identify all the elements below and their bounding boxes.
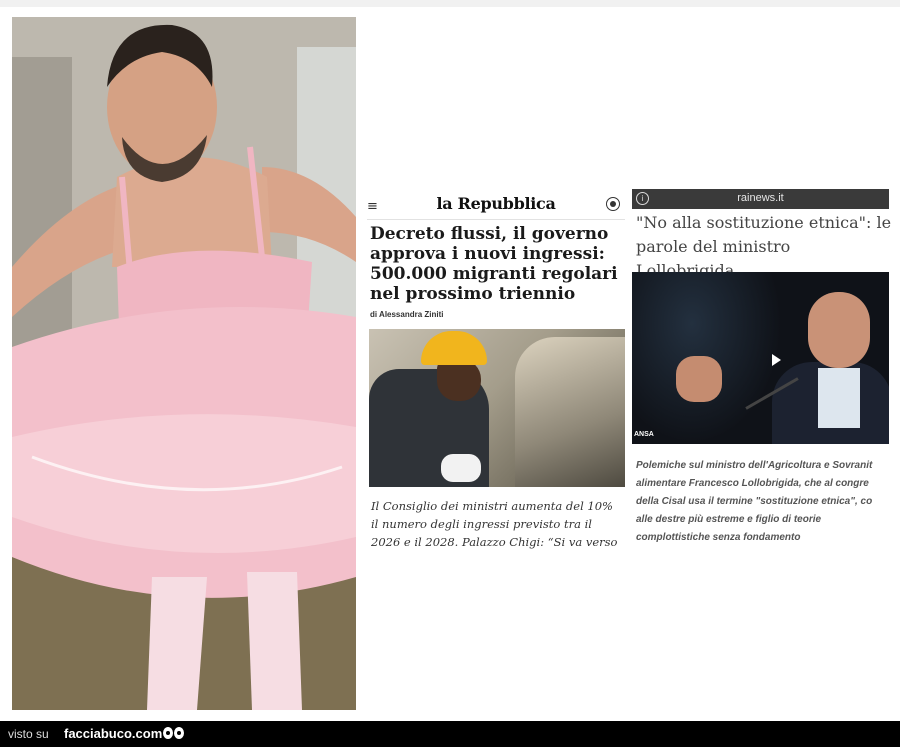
play-icon[interactable] xyxy=(772,354,781,366)
user-icon[interactable] xyxy=(606,197,620,211)
summary-line: alimentare Francesco Lollobrigida, che a… xyxy=(636,478,869,489)
minister-photo[interactable]: ANSA xyxy=(632,272,889,444)
author-byline: di Alessandra Ziniti xyxy=(370,310,444,319)
footer-brand[interactable]: facciabuco.com xyxy=(64,726,162,741)
rainews-article: i rainews.it "No alla sostituzione etnic… xyxy=(632,189,892,559)
summary-line: complottistiche senza fondamento xyxy=(636,532,801,543)
worker-photo xyxy=(369,329,625,487)
repubblica-headline: Decreto flussi, il governo approva i nuo… xyxy=(370,224,620,304)
headline-line: 500.000 migranti regolari xyxy=(370,264,618,284)
headline-line: "No alla sostituzione etnica": le xyxy=(636,213,892,232)
repubblica-article: ≡ la Repubblica Decreto flussi, il gover… xyxy=(367,186,625,556)
repubblica-logo: la Repubblica xyxy=(436,194,556,213)
summary-line: della Cisal usa il termine "sostituzione… xyxy=(636,496,873,507)
caption-line: 2026 e il 2028. Palazzo Chigi: “Si va ve… xyxy=(371,535,618,549)
headline-line: approva i nuovi ingressi: xyxy=(370,244,605,264)
caption-line: il numero degli ingressi previsto tra il xyxy=(371,517,592,531)
summary-line: alle destre più estreme e figlio di teor… xyxy=(636,514,822,525)
ballerina-illustration xyxy=(12,17,356,710)
headline-line: nel prossimo triennio xyxy=(370,284,576,304)
headline-line: Decreto flussi, il governo xyxy=(370,224,609,244)
eyes-logo-icon xyxy=(163,726,185,744)
ballerina-photo xyxy=(12,17,356,710)
header-divider xyxy=(367,219,625,220)
caption-line: Il Consiglio dei ministri aumenta del 10… xyxy=(371,499,613,513)
top-strip xyxy=(0,0,900,7)
browser-address-bar[interactable]: i rainews.it xyxy=(632,189,889,209)
rainews-summary: Polemiche sul ministro dell'Agricoltura … xyxy=(636,457,898,547)
footer-prefix: visto su xyxy=(8,727,49,741)
site-url: rainews.it xyxy=(737,192,784,204)
repubblica-caption: Il Consiglio dei ministri aumenta del 10… xyxy=(371,497,623,551)
footer-bar: visto su facciabuco.com xyxy=(0,721,900,747)
photo-credit: ANSA xyxy=(634,431,654,438)
summary-line: Polemiche sul ministro dell'Agricoltura … xyxy=(636,460,873,471)
